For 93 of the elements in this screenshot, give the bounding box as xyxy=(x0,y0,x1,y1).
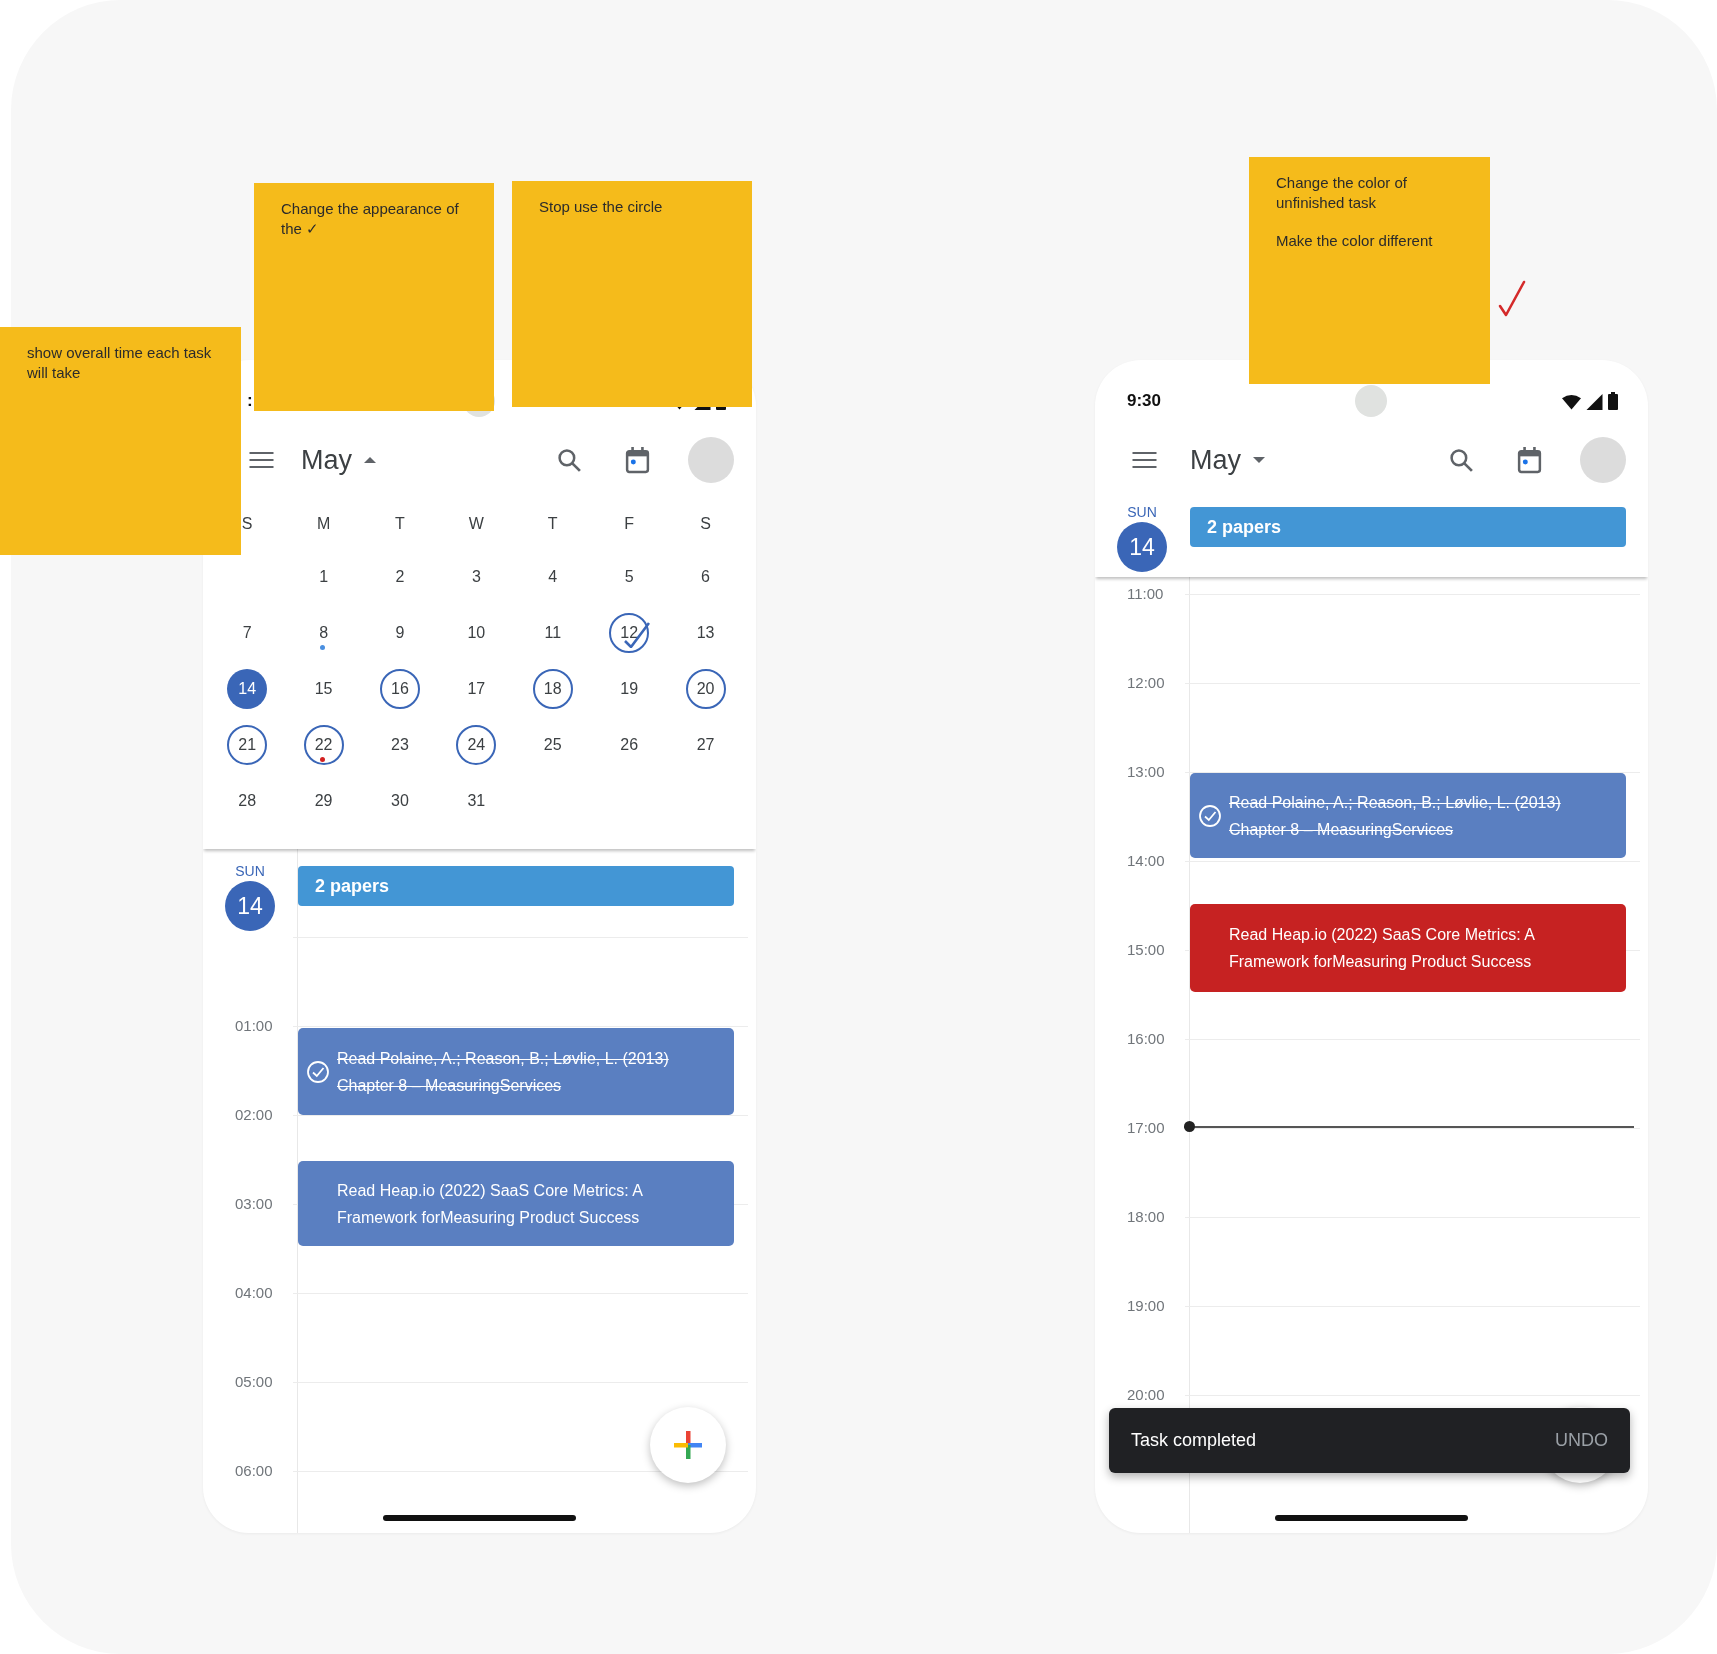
calendar-day[interactable]: 3 xyxy=(456,557,497,597)
event-title: Read Polaine, A.; Reason, B.; Løvlie, L. (2013) Chapter 8 – MeasuringServices xyxy=(337,1048,670,1096)
calendar-day[interactable]: 28 xyxy=(227,781,268,821)
note-text: Change the color of unfinished task xyxy=(1276,173,1408,213)
hour-label: 11:00 xyxy=(1126,585,1165,603)
hour-label: 16:00 xyxy=(1126,1030,1166,1048)
menu-icon[interactable] xyxy=(1132,451,1157,469)
calendar-day[interactable]: 30 xyxy=(379,781,420,821)
hour-label: 15:00 xyxy=(1126,941,1166,959)
caret-icon[interactable] xyxy=(364,457,376,463)
calendar-day[interactable]: 29 xyxy=(303,781,344,821)
note-text: show overall time each task will take xyxy=(27,343,213,383)
event-card[interactable]: Read Heap.io (2022) SaaS Core Metrics: A Framework forMeasuring Product Success xyxy=(1190,904,1626,992)
day-of-week: SUN xyxy=(1127,504,1157,520)
hour-label: 01:00 xyxy=(234,1017,274,1035)
date-badge[interactable]: 14 xyxy=(225,881,275,931)
event-card[interactable]: Read Polaine, A.; Reason, B.; Løvlie, L. (2013) Chapter 8 – MeasuringServices xyxy=(1190,773,1626,858)
sticky-note[interactable]: show overall time each task will take xyxy=(0,327,241,555)
calendar-day[interactable]: 31 xyxy=(456,781,497,821)
calendar-day[interactable]: 18 xyxy=(532,669,573,709)
undo-button[interactable]: UNDO xyxy=(1555,1426,1608,1455)
caret-icon[interactable] xyxy=(1253,457,1265,463)
calendar-day[interactable]: 6 xyxy=(685,557,726,597)
add-button[interactable] xyxy=(650,1407,726,1483)
calendar-day[interactable]: 22 xyxy=(303,725,344,765)
snackbar-message: Task completed xyxy=(1131,1430,1257,1451)
hour-label: 14:00 xyxy=(1126,852,1166,870)
hour-label: 12:00 xyxy=(1126,674,1166,692)
weekday-label: W xyxy=(467,515,485,533)
check-mark-icon xyxy=(1498,279,1526,319)
calendar-day[interactable]: 21 xyxy=(227,725,268,765)
calendar-icon[interactable] xyxy=(625,446,650,474)
calendar-day[interactable]: 9 xyxy=(379,613,420,653)
calendar-day[interactable]: 10 xyxy=(456,613,497,653)
status-time: 9:30 xyxy=(1127,391,1162,411)
hour-label: 17:00 xyxy=(1126,1119,1166,1137)
calendar-day[interactable]: 14 xyxy=(227,669,268,709)
event-title: Read Heap.io (2022) SaaS Core Metrics: A Framework forMeasuring Product Success xyxy=(337,1180,644,1228)
weekday-label: T xyxy=(546,515,559,533)
event-title: Read Heap.io (2022) SaaS Core Metrics: A Framework forMeasuring Product Success xyxy=(1229,925,1536,972)
month-title[interactable]: May xyxy=(1190,444,1241,476)
hour-label: 03:00 xyxy=(234,1195,274,1213)
hour-label: 04:00 xyxy=(234,1284,274,1302)
hour-label: 19:00 xyxy=(1126,1297,1166,1315)
weekday-label: S xyxy=(240,515,254,533)
hour-label: 06:00 xyxy=(234,1462,274,1480)
calendar-day[interactable]: 17 xyxy=(456,669,497,709)
calendar-day[interactable]: 13 xyxy=(685,613,726,653)
day-of-week: SUN xyxy=(235,863,265,879)
hour-label: 02:00 xyxy=(234,1106,274,1124)
note-text: Make the color different xyxy=(1276,231,1434,251)
calendar-day[interactable]: 26 xyxy=(609,725,650,765)
calendar-day[interactable]: 15 xyxy=(303,669,344,709)
calendar-day[interactable]: 16 xyxy=(379,669,420,709)
calendar-day[interactable]: 2 xyxy=(379,557,420,597)
note-text: Change the appearance of the ✓ xyxy=(281,199,460,239)
date-badge[interactable]: 14 xyxy=(1117,522,1167,572)
hour-label: 05:00 xyxy=(234,1373,274,1391)
status-time: : xyxy=(247,391,253,411)
calendar-day[interactable]: 19 xyxy=(609,669,650,709)
calendar-day[interactable]: 7 xyxy=(227,613,268,653)
check-circle-icon[interactable] xyxy=(1198,803,1222,828)
weekday-label: T xyxy=(394,515,406,533)
calendar-day[interactable]: 23 xyxy=(379,725,420,765)
calendar-day[interactable]: 27 xyxy=(685,725,726,765)
weekday-label: F xyxy=(623,515,636,533)
event-title: Read Polaine, A.; Reason, B.; Løvlie, L. (2013) Chapter 8 – MeasuringServices xyxy=(1229,792,1562,840)
month-title[interactable]: May xyxy=(301,444,352,476)
event-card[interactable]: Read Heap.io (2022) SaaS Core Metrics: A Framework forMeasuring Product Success xyxy=(298,1161,734,1246)
weekday-label: M xyxy=(315,515,332,533)
hour-label: 13:00 xyxy=(1126,763,1166,781)
calendar-day[interactable]: 25 xyxy=(532,725,573,765)
note-text: Stop use the circle xyxy=(539,197,664,217)
calendar-day[interactable]: 8 xyxy=(303,613,344,653)
weekday-label: S xyxy=(699,515,712,533)
menu-icon[interactable] xyxy=(249,451,274,469)
calendar-day[interactable]: 4 xyxy=(532,557,573,597)
calendar-day[interactable]: 24 xyxy=(456,725,497,765)
check-circle-icon[interactable] xyxy=(306,1059,330,1084)
wifi-icon xyxy=(1562,394,1581,410)
event-card[interactable]: Read Polaine, A.; Reason, B.; Løvlie, L. (2013) Chapter 8 – MeasuringServices xyxy=(298,1028,734,1115)
search-icon[interactable] xyxy=(557,447,582,473)
calendar-day[interactable]: 5 xyxy=(609,557,650,597)
hour-label: 18:00 xyxy=(1126,1208,1166,1226)
calendar-day[interactable]: 20 xyxy=(685,669,726,709)
calendar-day[interactable]: 1 xyxy=(303,557,344,597)
calendar-day[interactable]: 11 xyxy=(532,613,573,653)
calendar-day[interactable]: 12 xyxy=(609,613,650,653)
sticky-note[interactable]: Stop use the circle xyxy=(512,181,752,407)
hour-label: 20:00 xyxy=(1126,1386,1166,1404)
sticky-note[interactable]: Change the color of unfinished task Make the color different xyxy=(1249,157,1490,384)
calendar-icon[interactable] xyxy=(1517,446,1542,474)
search-icon[interactable] xyxy=(1449,447,1474,473)
